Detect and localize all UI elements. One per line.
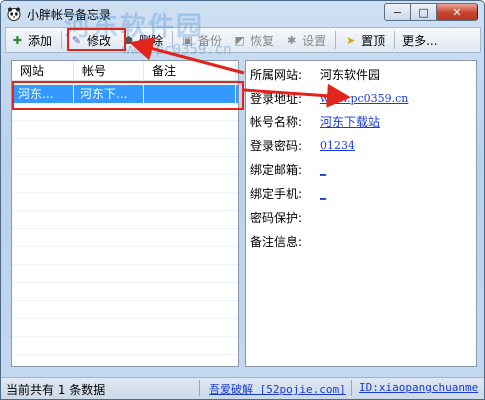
detail-label: 登录密码: [250,138,303,153]
detail-row-login-url: 登录地址: www.pc0359.cn [250,89,408,107]
toolbar-separator [61,31,63,49]
detail-value-account-name[interactable]: 河东下载站 [320,113,380,130]
toolbar-separator [394,31,396,49]
detail-label: 绑定邮箱: [250,162,303,177]
window-controls: − □ ✕ [384,3,478,21]
author-id-link[interactable]: ID:xiaopangchuanme [359,381,478,394]
detail-row-site: 所属网站: 河东软件园 [250,65,380,83]
list-body: 河东... 河东下... [12,85,238,370]
add-button[interactable]: ✚ 添加 [6,29,56,51]
detail-row-security: 密码保护: [250,208,320,226]
annotation-box-row [12,81,244,110]
pin-icon: ➤ [345,33,356,47]
status-divider [199,380,200,396]
minimize-button[interactable]: − [384,3,410,21]
column-header-account[interactable]: 帐号 [74,61,144,81]
detail-row-account-name: 帐号名称: 河东下载站 [250,112,380,130]
column-header-site[interactable]: 网站 [12,61,74,81]
detail-value-password[interactable]: 01234 [320,139,355,152]
detail-row-notes: 备注信息: [250,232,320,250]
detail-label: 帐号名称: [250,114,303,129]
app-window: 小胖帐号备忘录 − □ ✕ ✚ 添加 ✎ 修改 ☗ 删除 ▣ 备份 ◩ 恢复 ✱… [0,0,485,400]
detail-panel: 所属网站: 河东软件园 登录地址: www.pc0359.cn 帐号名称: 河东… [245,60,477,367]
detail-row-password: 登录密码: 01234 [250,136,355,154]
pin-top-button[interactable]: ➤ 置顶 [339,29,389,51]
gear-icon: ✱ [286,33,297,47]
detail-value-site: 河东软件园 [320,67,381,82]
detail-label: 登录地址: [250,91,303,106]
detail-label: 所属网站: [250,67,303,82]
settings-label: 设置 [302,33,327,48]
detail-row-email: 绑定邮箱: _ [250,160,326,178]
record-count: 当前共有 1 条数据 [6,383,106,397]
pin-top-label: 置顶 [361,33,386,48]
add-icon: ✚ [12,33,23,47]
maximize-button[interactable]: □ [410,3,436,21]
detail-value-phone[interactable]: _ [320,186,326,200]
close-button[interactable]: ✕ [436,3,478,21]
more-label: 更多... [402,33,438,48]
detail-value-email[interactable]: _ [320,162,326,176]
restore-icon: ◩ [234,33,245,47]
add-label: 添加 [28,33,53,48]
forum-link[interactable]: 吾爱破解 [52pojie.com] [209,381,346,397]
detail-label: 密码保护: [250,210,303,225]
status-bar: 当前共有 1 条数据 吾爱破解 [52pojie.com] ID:xiaopan… [1,377,484,399]
watermark-url: www.pc0359.cn [122,42,232,58]
toolbar-separator [335,31,337,49]
settings-button[interactable]: ✱ 设置 [280,29,330,51]
restore-label: 恢复 [250,33,275,48]
list-header: 网站 帐号 备注 [12,61,238,81]
restore-button[interactable]: ◩ 恢复 [228,29,278,51]
panda-app-icon [7,7,21,21]
detail-label: 绑定手机: [250,186,303,201]
status-divider [351,380,352,396]
column-header-note[interactable]: 备注 [144,61,236,81]
detail-row-phone: 绑定手机: _ [250,184,326,202]
detail-value-login-url[interactable]: www.pc0359.cn [320,92,408,105]
detail-label: 备注信息: [250,234,303,249]
annotation-box-edit [67,28,126,51]
more-button[interactable]: 更多... [398,29,441,51]
